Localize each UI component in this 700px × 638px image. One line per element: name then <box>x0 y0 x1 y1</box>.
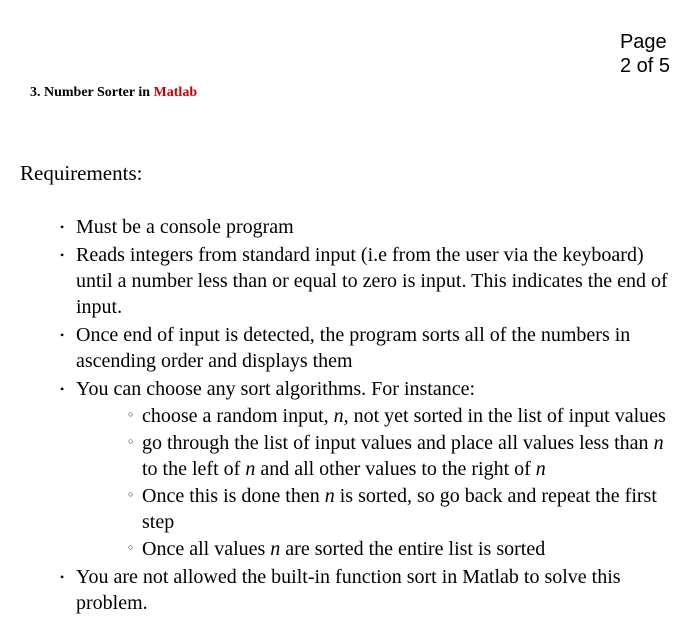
bullet-text: Once end of input is detected, the progr… <box>76 324 630 372</box>
sub-text: , not yet sorted in the list of input va… <box>344 405 666 427</box>
variable-n: n <box>245 458 255 480</box>
bullet-text: Must be a console program <box>76 216 294 238</box>
variable-n: n <box>536 458 546 480</box>
requirements-list: Must be a console program Reads integers… <box>20 214 680 616</box>
page-label-line2: 2 of 5 <box>620 54 670 78</box>
list-item: Reads integers from standard input (i.e … <box>60 242 680 320</box>
variable-n: n <box>654 432 664 454</box>
requirements-label: Requirements: <box>20 161 680 186</box>
bullet-text: You are not allowed the built-in functio… <box>76 566 621 614</box>
variable-n: n <box>334 405 344 427</box>
sub-list-item: go through the list of input values and … <box>128 430 680 482</box>
sub-list-item: Once this is done then n is sorted, so g… <box>128 483 680 535</box>
sub-list-item: Once all values n are sorted the entire … <box>128 536 680 562</box>
sub-text: to the left of <box>142 458 245 480</box>
bullet-text: Reads integers from standard input (i.e … <box>76 244 668 318</box>
sub-text: go through the list of input values and … <box>142 432 654 454</box>
heading-highlight: Matlab <box>154 85 198 100</box>
sub-text: Once all values <box>142 538 270 560</box>
variable-n: n <box>325 485 335 507</box>
list-item: You are not allowed the built-in functio… <box>60 564 680 616</box>
sub-list-item: choose a random input, n, not yet sorted… <box>128 403 680 429</box>
page-label-line1: Page <box>620 30 670 54</box>
page-indicator: Page 2 of 5 <box>620 30 670 78</box>
sub-text: are sorted the entire list is sorted <box>280 538 545 560</box>
list-item: Once end of input is detected, the progr… <box>60 322 680 374</box>
heading-prefix: 3. Number Sorter in <box>30 85 154 100</box>
list-item: You can choose any sort algorithms. For … <box>60 376 680 562</box>
sub-list: choose a random input, n, not yet sorted… <box>76 403 680 562</box>
bullet-text: You can choose any sort algorithms. For … <box>76 378 475 400</box>
section-heading: 3. Number Sorter in Matlab <box>20 85 680 101</box>
sub-text: choose a random input, <box>142 405 334 427</box>
sub-text: Once this is done then <box>142 485 325 507</box>
sub-text: and all other values to the right of <box>255 458 535 480</box>
list-item: Must be a console program <box>60 214 680 240</box>
variable-n: n <box>270 538 280 560</box>
